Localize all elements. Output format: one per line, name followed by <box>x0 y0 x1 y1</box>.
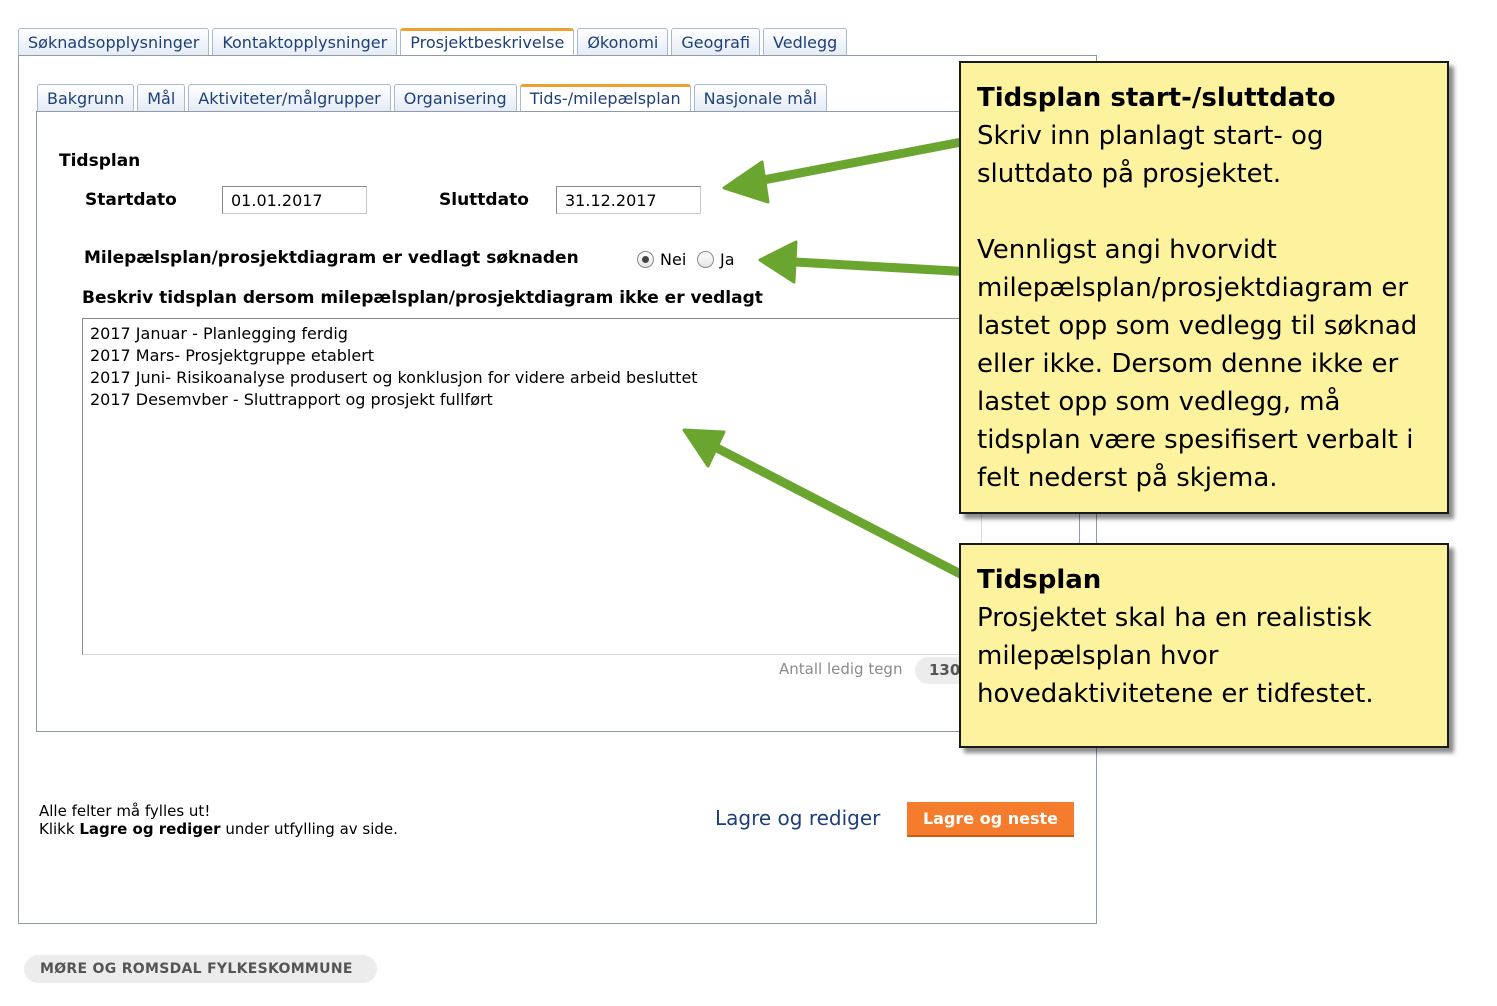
radio-ja[interactable]: Ja <box>697 250 735 269</box>
radio-nei-dot[interactable] <box>637 251 654 268</box>
subtab-nasjonale-mal[interactable]: Nasjonale mål <box>693 84 828 112</box>
required-note: Alle felter må fylles ut! <box>39 802 211 820</box>
end-date-label: Sluttdato <box>439 190 529 210</box>
callout-dates-text1: Skriv inn planlagt start- og sluttdato p… <box>977 121 1324 189</box>
start-date-label: Startdato <box>85 190 177 210</box>
hint-prefix: Klikk <box>39 820 80 838</box>
subtab-aktiviteter[interactable]: Aktiviteter/målgrupper <box>188 84 391 112</box>
subtab-organisering[interactable]: Organisering <box>393 84 517 112</box>
hint-line: Klikk Lagre og rediger under utfylling a… <box>39 820 398 838</box>
radio-ja-dot[interactable] <box>697 251 714 268</box>
callout-plan-title: Tidsplan <box>977 565 1102 595</box>
callout-dates-title: Tidsplan start-/sluttdato <box>977 83 1336 113</box>
subtab-mal[interactable]: Mål <box>137 84 186 112</box>
attached-question: Milepælsplan/prosjektdiagram er vedlagt … <box>84 248 579 268</box>
footer-brand: MØRE OG ROMSDAL FYLKESKOMMUNE <box>24 955 377 983</box>
subtab-bakgrunn[interactable]: Bakgrunn <box>37 84 135 112</box>
sub-tabs: Bakgrunn Mål Aktiviteter/målgrupper Orga… <box>37 84 830 113</box>
tab-prosjektbeskrivelse[interactable]: Prosjektbeskrivelse <box>400 28 575 57</box>
callout-dates: Tidsplan start-/sluttdato Skriv inn plan… <box>959 61 1449 514</box>
radio-nei-label: Nei <box>660 250 687 269</box>
start-date-input[interactable] <box>222 186 367 214</box>
radio-ja-label: Ja <box>720 250 735 269</box>
tab-soknadsopplysninger[interactable]: Søknadsopplysninger <box>18 28 210 56</box>
hint-suffix: under utfylling av side. <box>220 820 398 838</box>
tab-okonomi[interactable]: Økonomi <box>577 28 669 56</box>
callout-plan-text: Prosjektet skal ha en realistisk milepæl… <box>977 603 1374 709</box>
tab-vedlegg[interactable]: Vedlegg <box>763 28 848 56</box>
callout-plan: Tidsplan Prosjektet skal ha en realistis… <box>959 543 1449 748</box>
subtab-tidsplan[interactable]: Tids-/milepælsplan <box>519 84 691 113</box>
counter-label: Antall ledig tegn <box>779 660 903 678</box>
hint-bold: Lagre og rediger <box>79 820 221 838</box>
description-textarea[interactable]: 2017 Januar - Planlegging ferdig 2017 Ma… <box>82 318 982 655</box>
tab-geografi[interactable]: Geografi <box>671 28 761 56</box>
description-label: Beskriv tidsplan dersom milepælsplan/pro… <box>82 288 763 308</box>
save-next-button[interactable]: Lagre og neste <box>907 802 1074 837</box>
section-title: Tidsplan <box>59 151 141 171</box>
callout-dates-text2: Vennligst angi hvorvidt milepælsplan/pro… <box>977 235 1418 493</box>
tab-kontaktopplysninger[interactable]: Kontaktopplysninger <box>212 28 398 56</box>
main-tabs: Søknadsopplysninger Kontaktopplysninger … <box>18 28 850 57</box>
save-edit-button[interactable]: Lagre og rediger <box>715 806 880 830</box>
info-text: Alle felter må fylles ut! Klikk Lagre og… <box>39 802 398 838</box>
radio-nei[interactable]: Nei <box>637 250 686 269</box>
end-date-input[interactable] <box>556 186 701 214</box>
